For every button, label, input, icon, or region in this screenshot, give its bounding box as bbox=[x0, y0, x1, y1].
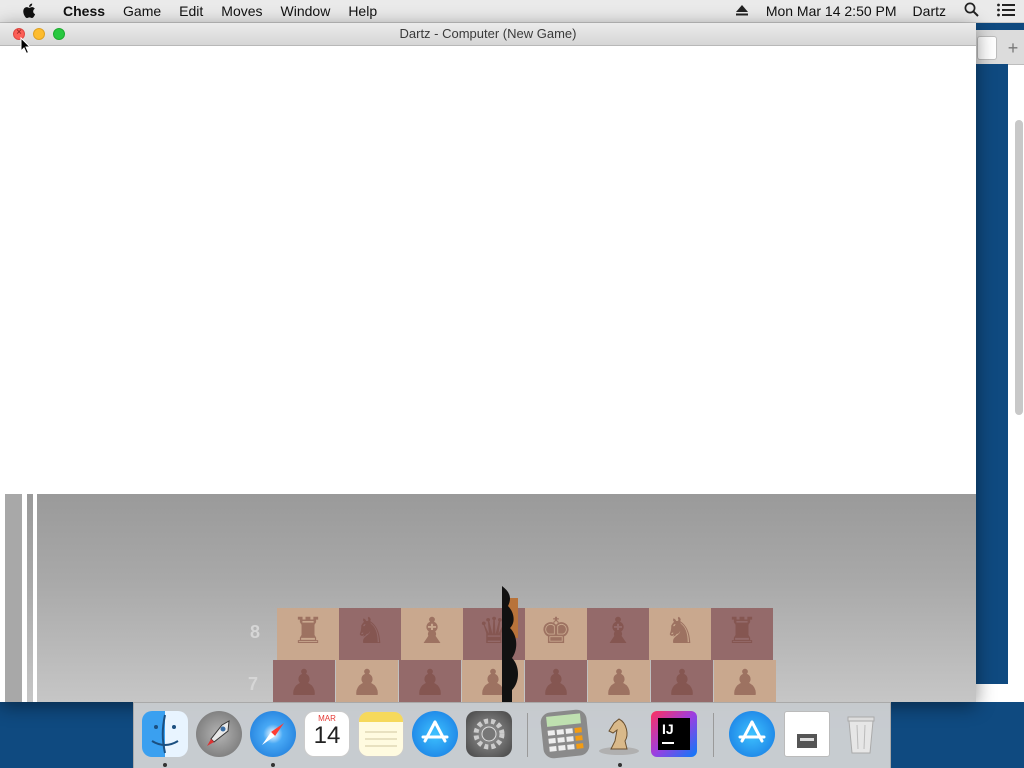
square-g7[interactable]: ♟ bbox=[651, 660, 713, 702]
background-scrollbar[interactable] bbox=[1015, 120, 1023, 415]
king-icon: ♚ bbox=[539, 610, 573, 651]
notes-icon[interactable] bbox=[358, 711, 404, 757]
window-title: Dartz - Computer (New Game) bbox=[399, 26, 577, 41]
chess-running-dot bbox=[618, 763, 622, 767]
pawn-icon: ♟ bbox=[602, 662, 636, 702]
app-store-icon[interactable] bbox=[412, 711, 458, 757]
intellij-label: IJ bbox=[662, 721, 674, 737]
pawn-icon: ♟ bbox=[287, 662, 321, 702]
intellij-idea-icon[interactable]: IJ bbox=[651, 711, 697, 757]
background-tab[interactable] bbox=[977, 36, 997, 60]
intellij-underline bbox=[662, 742, 674, 744]
menu-help[interactable]: Help bbox=[339, 0, 386, 22]
square-c8[interactable]: ♝ bbox=[401, 608, 463, 660]
rank-label-8: 8 bbox=[250, 622, 261, 642]
left-panel bbox=[5, 494, 22, 702]
dock-separator-2 bbox=[713, 713, 714, 757]
rook-icon: ♜ bbox=[725, 610, 759, 651]
calendar-icon[interactable]: MAR 14 bbox=[304, 711, 350, 757]
square-h7[interactable]: ♟ bbox=[714, 660, 776, 702]
intellij-inner-square: IJ bbox=[658, 718, 690, 750]
left-divider-2 bbox=[33, 494, 37, 702]
pawn-icon: ♟ bbox=[350, 662, 384, 702]
menu-window[interactable]: Window bbox=[272, 0, 340, 22]
square-b8[interactable]: ♞ bbox=[339, 608, 401, 660]
pawn-icon: ♟ bbox=[539, 662, 573, 702]
launchpad-rocket-icon[interactable] bbox=[196, 711, 242, 757]
notification-center-icon[interactable] bbox=[997, 3, 1015, 20]
menu-edit[interactable]: Edit bbox=[170, 0, 212, 22]
window-title-bar[interactable]: × Dartz - Computer (New Game) bbox=[0, 23, 976, 46]
square-e7[interactable]: ♟ bbox=[525, 660, 587, 702]
menu-user[interactable]: Dartz bbox=[913, 3, 946, 19]
trash-icon[interactable] bbox=[838, 711, 884, 757]
square-c7[interactable]: ♟ bbox=[399, 660, 461, 702]
left-divider bbox=[22, 494, 27, 702]
square-h8[interactable]: ♜ bbox=[711, 608, 773, 660]
pawn-icon: ♟ bbox=[665, 662, 699, 702]
rank-label-7: 7 bbox=[248, 674, 259, 694]
dock: MAR 14 IJ bbox=[133, 702, 891, 768]
chess-knight-icon[interactable] bbox=[596, 711, 642, 757]
apple-menu-icon[interactable] bbox=[20, 2, 38, 20]
bishop-icon: ♝ bbox=[415, 610, 449, 651]
menu-app-name[interactable]: Chess bbox=[54, 3, 114, 19]
finder-icon[interactable] bbox=[142, 711, 188, 757]
eject-icon[interactable] bbox=[735, 3, 748, 19]
square-a7[interactable]: ♟ bbox=[273, 660, 335, 702]
square-f8[interactable]: ♝ bbox=[587, 608, 649, 660]
menu-bar: Chess Game Edit Moves Window Help Mon Ma… bbox=[0, 0, 1024, 23]
square-b7[interactable]: ♟ bbox=[336, 660, 398, 702]
knight-icon: ♞ bbox=[353, 610, 387, 651]
menu-moves[interactable]: Moves bbox=[212, 0, 271, 22]
square-f7[interactable]: ♟ bbox=[588, 660, 650, 702]
safari-compass-icon[interactable] bbox=[250, 711, 296, 757]
rook-icon: ♜ bbox=[291, 610, 325, 651]
menu-game[interactable]: Game bbox=[114, 0, 170, 22]
finder-running-dot bbox=[163, 763, 167, 767]
background-blue-panel bbox=[976, 64, 1008, 684]
chess-board-view[interactable]: 8 7 ♜ ♞ ♝ ♛ ♚ ♝ ♞ ♜ ♟ ♟ ♟ ♟ ♟ ♟ ♟ ♟ bbox=[5, 494, 976, 702]
calendar-day: 14 bbox=[313, 722, 341, 749]
black-pawn-piece-icon bbox=[502, 586, 518, 702]
bishop-icon: ♝ bbox=[601, 610, 635, 651]
pawn-icon: ♟ bbox=[728, 662, 762, 702]
mouse-cursor-icon bbox=[20, 37, 32, 55]
square-e8[interactable]: ♚ bbox=[525, 608, 587, 660]
square-a8[interactable]: ♜ bbox=[277, 608, 339, 660]
square-g8[interactable]: ♞ bbox=[649, 608, 711, 660]
pawn-icon: ♟ bbox=[413, 662, 447, 702]
document-icon[interactable] bbox=[784, 711, 830, 757]
new-tab-plus-icon[interactable]: + bbox=[1003, 38, 1023, 58]
downloads-app-store-icon[interactable] bbox=[729, 711, 775, 757]
chess-window: × Dartz - Computer (New Game) 8 7 ♜ ♞ ♝ … bbox=[0, 23, 976, 702]
dock-separator bbox=[527, 713, 528, 757]
menu-clock[interactable]: Mon Mar 14 2:50 PM bbox=[766, 3, 897, 19]
background-window-bottom bbox=[976, 684, 1024, 702]
safari-running-dot bbox=[271, 763, 275, 767]
calculator-icon[interactable] bbox=[539, 708, 591, 760]
knight-icon: ♞ bbox=[663, 610, 697, 651]
system-preferences-gear-icon[interactable] bbox=[466, 711, 512, 757]
spotlight-icon[interactable] bbox=[964, 2, 979, 20]
